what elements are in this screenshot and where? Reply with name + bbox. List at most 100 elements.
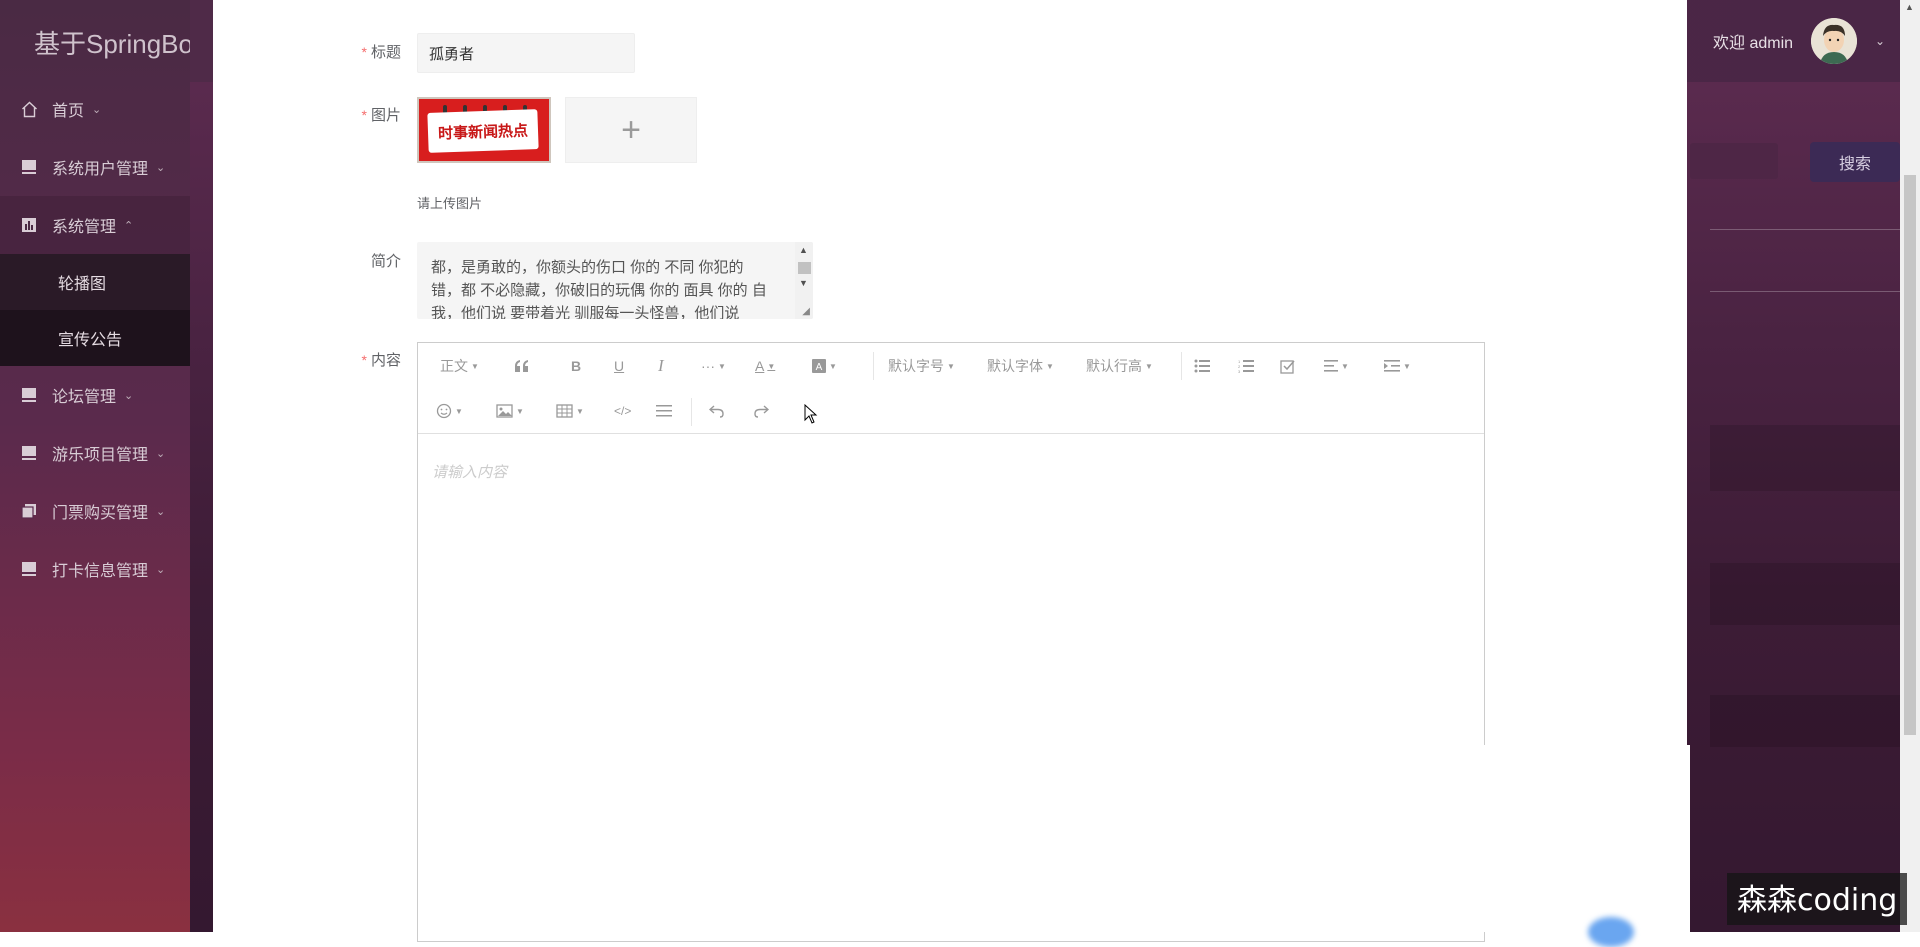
table-row (1710, 425, 1900, 491)
toolbar-separator (691, 398, 692, 426)
image-insert-icon[interactable]: ▼ (496, 400, 524, 422)
book-icon (20, 560, 38, 578)
undo-icon[interactable] (709, 400, 725, 422)
paragraph-format-label: 正文 (440, 358, 468, 374)
underline-icon[interactable]: U (614, 355, 624, 377)
sidebar-item-tickets[interactable]: 门票购买管理 ⌄ (0, 482, 190, 540)
code-icon[interactable]: </> (614, 400, 631, 422)
watermark: 森森coding (1727, 873, 1908, 925)
chevron-down-icon: ⌄ (1875, 34, 1886, 48)
table-row (1710, 563, 1900, 625)
font-size-dropdown[interactable]: 默认字号 ▼ (888, 355, 955, 377)
editor-toolbar: 正文 ▼ B U I ··· ▼ A ▼ A ▼ 默认字号 ▼ 默认字体 ▼ 默认行高 ▼ 1… (418, 343, 1484, 434)
chevron-up-icon: ⌃ (124, 219, 134, 232)
blurred-element (1588, 917, 1634, 947)
caret-down-icon: ▼ (516, 406, 524, 416)
sidebar-item-checkin[interactable]: 打卡信息管理 ⌄ (0, 540, 190, 598)
sidebar-item-label: 论坛管理 (52, 389, 117, 406)
book-icon (20, 158, 38, 176)
caret-down-icon: ▼ (576, 406, 584, 416)
sidebar-menu: 首页 ⌄ 系统用户管理 ⌄ 系统管理 ⌃ 轮播图 宣传公告 论坛管理 ⌄ 游乐项… (0, 80, 190, 598)
todo-checkbox-icon[interactable] (1280, 355, 1295, 377)
font-family-label: 默认字体 (987, 358, 1043, 374)
toolbar-separator (1181, 352, 1182, 380)
search-input[interactable] (1690, 143, 1778, 179)
sidebar-subitem-announcement[interactable]: 宣传公告 (0, 310, 190, 366)
title-input[interactable]: 孤勇者 (417, 33, 635, 73)
bullet-list-icon[interactable] (1194, 355, 1210, 377)
toolbar-separator (873, 352, 874, 380)
required-mark: * (361, 44, 367, 60)
bold-icon[interactable]: B (571, 355, 581, 377)
divider-line-icon[interactable] (656, 400, 672, 422)
sidebar-subitem-label: 轮播图 (58, 276, 107, 293)
upload-button[interactable]: + (565, 97, 697, 163)
sidebar-item-system-users[interactable]: 系统用户管理 ⌄ (0, 138, 190, 196)
intro-label-text: 简介 (370, 253, 401, 270)
content-label: * 内容 (321, 349, 401, 370)
image-label-text: 图片 (370, 107, 401, 124)
resize-handle-icon[interactable]: ◢ (802, 306, 810, 317)
quote-icon[interactable] (514, 355, 530, 377)
scrollbar-thumb[interactable] (1904, 175, 1916, 735)
sidebar-item-amusement[interactable]: 游乐项目管理 ⌄ (0, 424, 190, 482)
app-logo-text: 基于SpringBo (34, 29, 193, 59)
caret-down-icon: ▼ (1403, 361, 1411, 371)
scroll-up-icon[interactable]: ▲ (1905, 2, 1914, 12)
avatar[interactable] (1811, 18, 1858, 64)
book-icon (20, 444, 38, 462)
line-height-dropdown[interactable]: 默认行高 ▼ (1086, 355, 1153, 377)
caret-down-icon: ▼ (829, 361, 837, 371)
chevron-down-icon: ⌄ (156, 447, 166, 460)
copy-icon (20, 502, 38, 520)
divider (1710, 229, 1900, 230)
chevron-down-icon: ⌄ (156, 161, 166, 174)
content-label-text: 内容 (370, 352, 401, 369)
scroll-up-icon[interactable]: ▲ (799, 245, 808, 255)
caret-down-icon: ▼ (1145, 361, 1153, 371)
image-label: * 图片 (321, 104, 401, 125)
paragraph-format-dropdown[interactable]: 正文 ▼ (440, 355, 479, 377)
font-family-dropdown[interactable]: 默认字体 ▼ (987, 355, 1054, 377)
sidebar-item-home[interactable]: 首页 ⌄ (0, 80, 190, 138)
news-card-text: 时事新闻热点 (437, 120, 529, 143)
caret-down-icon: ▼ (767, 361, 776, 371)
table-row (1710, 695, 1900, 747)
title-label: * 标题 (321, 41, 401, 62)
title-label-text: 标题 (370, 44, 401, 61)
uploaded-image-thumbnail[interactable]: 时事新闻热点 (417, 97, 551, 163)
background-color-icon[interactable]: A ▼ (812, 355, 837, 377)
italic-icon[interactable]: I (658, 355, 664, 377)
sidebar-subitem-carousel[interactable]: 轮播图 (0, 254, 190, 310)
intro-textarea[interactable]: 都，是勇敢的，你额头的伤口 你的 不同 你犯的 错，都 不必隐藏，你破旧的玩偶 … (417, 242, 813, 319)
required-mark: * (361, 107, 367, 123)
numbered-list-icon[interactable]: 123 (1238, 355, 1254, 377)
caret-down-icon: ▼ (718, 361, 726, 371)
font-color-icon[interactable]: A ▼ (755, 355, 775, 377)
more-styles-icon[interactable]: ··· ▼ (701, 355, 726, 377)
scroll-down-icon[interactable]: ▼ (799, 278, 808, 288)
indent-icon[interactable]: ▼ (1384, 355, 1411, 377)
welcome-text: 欢迎 admin (1713, 35, 1794, 52)
table-icon[interactable]: ▼ (556, 400, 584, 422)
plus-icon: + (621, 110, 641, 149)
sidebar-item-label: 门票购买管理 (52, 505, 149, 522)
title-input-value: 孤勇者 (429, 45, 475, 63)
page-scrollbar[interactable]: ▲ (1900, 0, 1920, 932)
align-icon[interactable]: ▼ (1324, 355, 1349, 377)
sidebar-item-system-management[interactable]: 系统管理 ⌃ (0, 196, 190, 254)
emoji-icon[interactable]: ▼ (436, 400, 463, 422)
news-card: 时事新闻热点 (427, 109, 539, 153)
intro-label: 简介 (321, 250, 401, 271)
svg-text:3: 3 (1238, 369, 1241, 373)
scrollbar-thumb[interactable] (798, 262, 811, 274)
sidebar: 基于SpringBo 首页 ⌄ 系统用户管理 ⌄ 系统管理 ⌃ 轮播图 宣传公告… (0, 0, 193, 932)
intro-text: 都，是勇敢的，你额头的伤口 你的 不同 你犯的 错，都 不必隐藏，你破旧的玩偶 … (431, 259, 767, 319)
user-menu[interactable]: 欢迎 admin ⌄ (1713, 18, 1885, 64)
search-button[interactable]: 搜索 (1810, 142, 1900, 182)
sidebar-item-forum[interactable]: 论坛管理 ⌄ (0, 366, 190, 424)
required-mark: * (361, 352, 367, 368)
home-icon (20, 100, 38, 118)
sidebar-subitem-label: 宣传公告 (58, 332, 123, 349)
redo-icon[interactable] (753, 400, 769, 422)
